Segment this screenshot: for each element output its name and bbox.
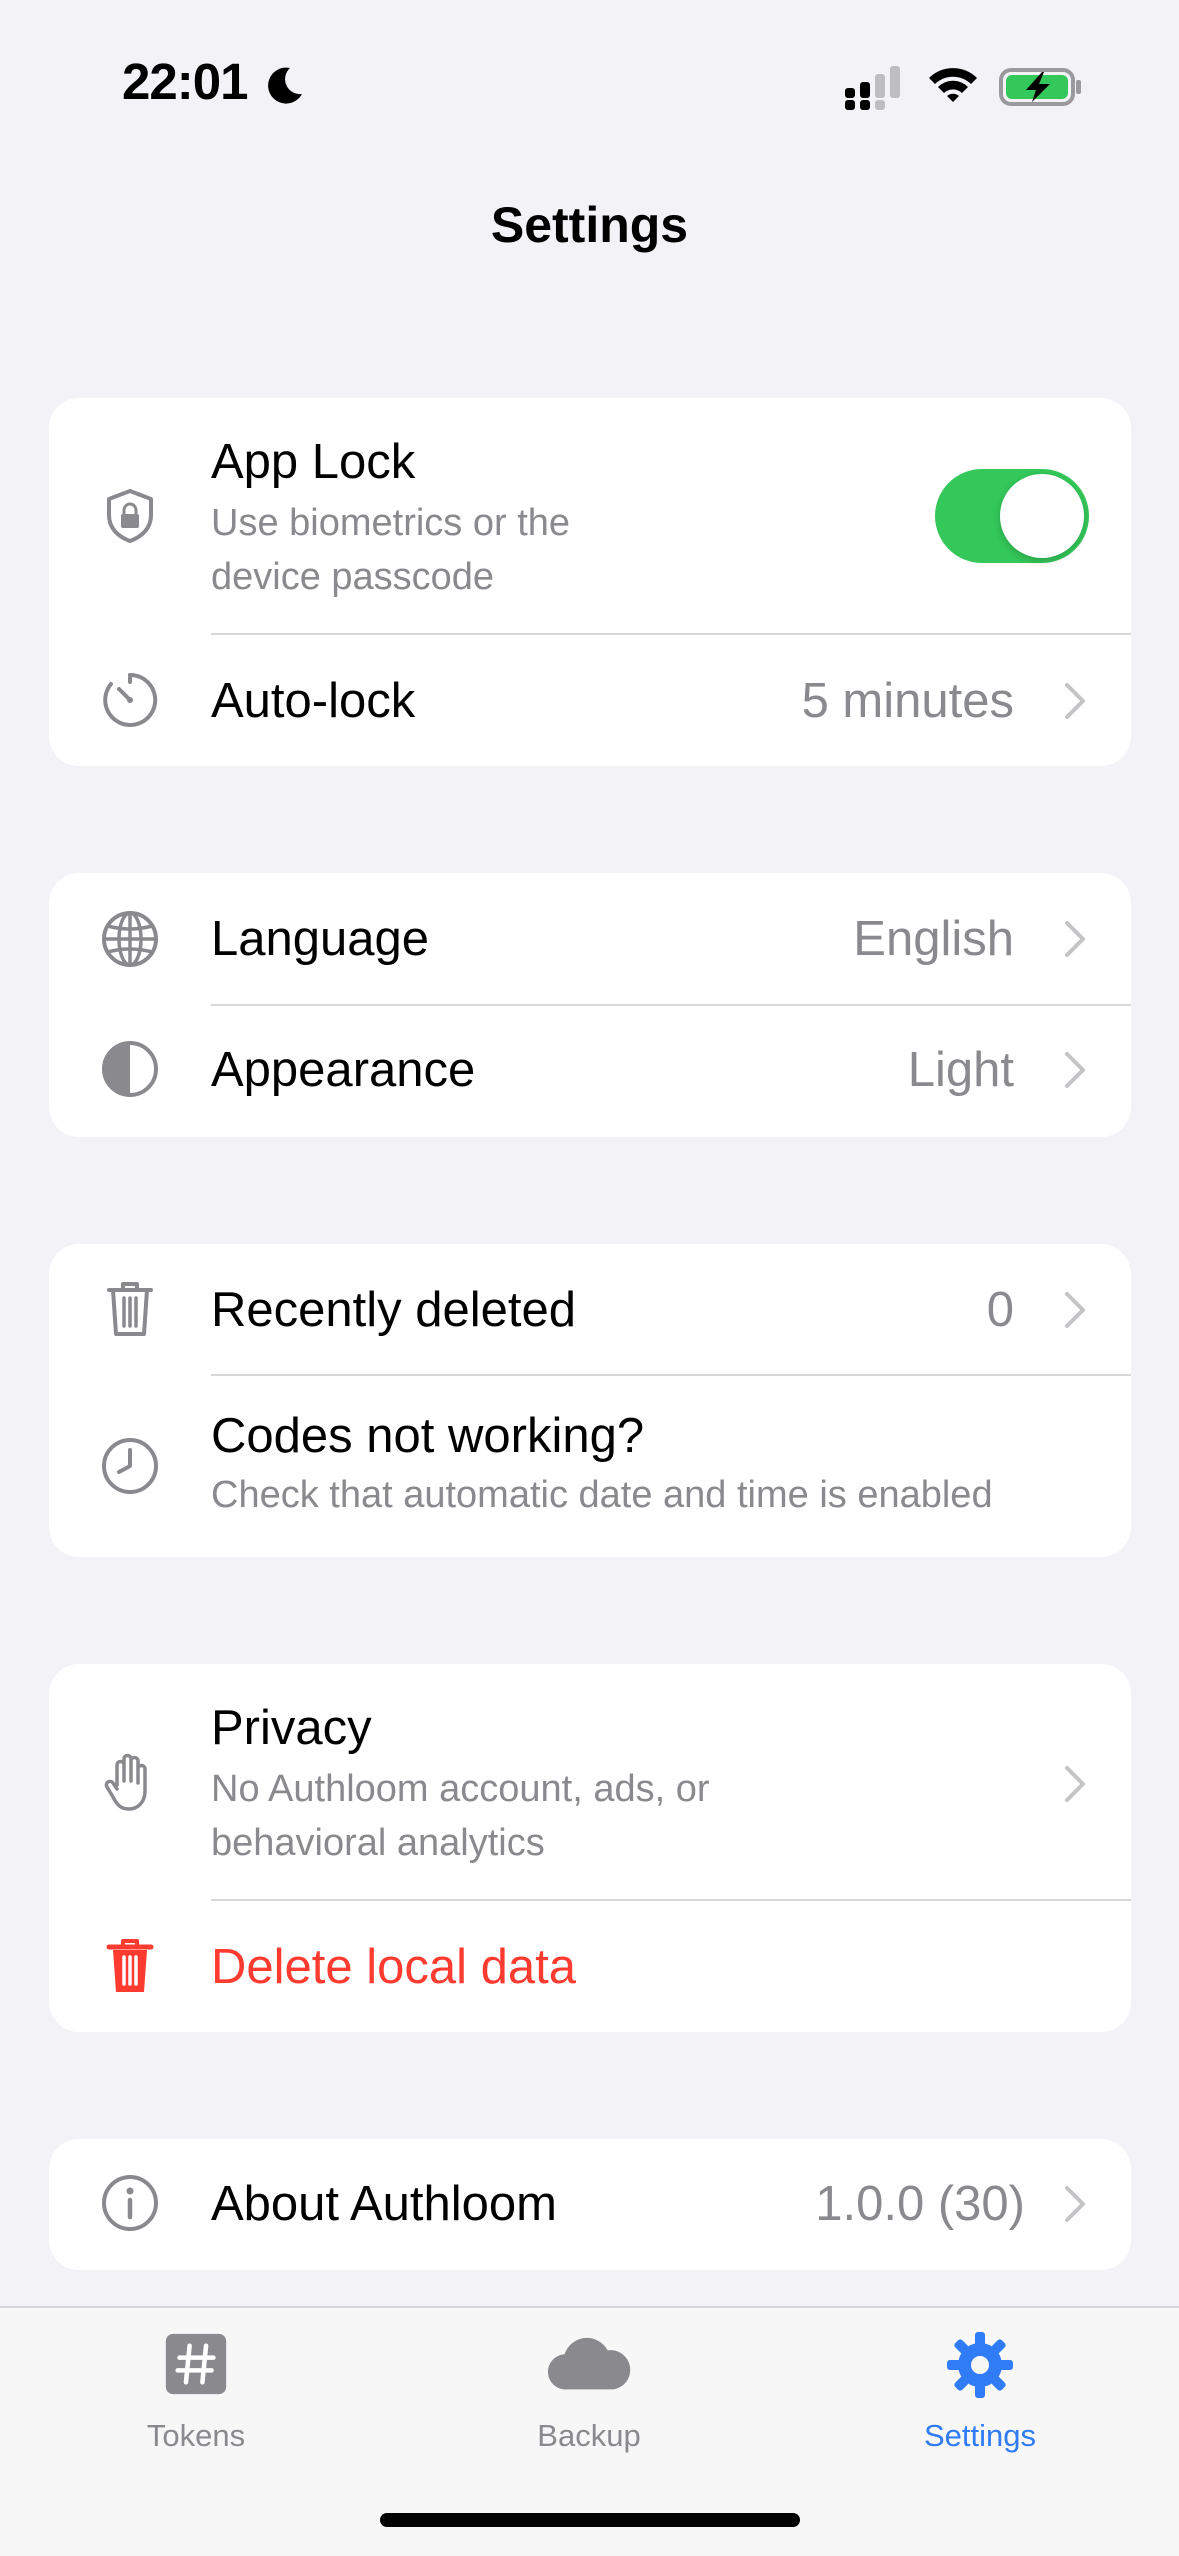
chevron-right-icon xyxy=(1065,2186,1085,2222)
about-row[interactable]: About Authloom 1.0.0 (30) xyxy=(49,2139,1131,2270)
home-indicator[interactable] xyxy=(380,2513,800,2527)
data-group: Recently deleted 0 Codes not working? Ch… xyxy=(49,1244,1131,1557)
timer-icon xyxy=(99,669,161,731)
codes-not-working-title: Codes not working? xyxy=(211,1409,645,1463)
privacy-subtitle-line1: No Authloom account, ads, or xyxy=(211,1768,710,1810)
appearance-value: Light xyxy=(907,1043,1014,1097)
about-group: About Authloom 1.0.0 (30) xyxy=(49,2139,1131,2270)
cellular-signal-icon xyxy=(845,66,900,110)
info-icon xyxy=(99,2172,161,2234)
globe-icon xyxy=(99,908,161,970)
security-group: App Lock Use biometrics or the device pa… xyxy=(49,398,1131,766)
language-title: Language xyxy=(211,912,430,966)
app-lock-row: App Lock Use biometrics or the device pa… xyxy=(49,398,1131,634)
about-version: 1.0.0 (30) xyxy=(815,2177,1025,2231)
auto-lock-row[interactable]: Auto-lock 5 minutes xyxy=(49,635,1131,766)
about-title: About Authloom xyxy=(211,2177,557,2231)
settings-screen: 22:01 Settings App Lock Use biometrics o… xyxy=(0,0,1179,2556)
recently-deleted-title: Recently deleted xyxy=(211,1283,577,1337)
chevron-right-icon xyxy=(1065,921,1085,957)
recently-deleted-row[interactable]: Recently deleted 0 xyxy=(49,1244,1131,1375)
chevron-right-icon xyxy=(1065,683,1085,719)
hand-icon xyxy=(99,1751,161,1813)
tab-settings-label: Settings xyxy=(923,2418,1036,2453)
auto-lock-value: 5 minutes xyxy=(801,674,1014,728)
toggle-knob xyxy=(1000,474,1084,558)
privacy-title: Privacy xyxy=(211,1701,372,1755)
codes-not-working-subtitle: Check that automatic date and time is en… xyxy=(211,1474,993,1516)
privacy-row[interactable]: Privacy No Authloom account, ads, or beh… xyxy=(49,1664,1131,1900)
tab-backup-label: Backup xyxy=(537,2418,641,2453)
app-lock-subtitle-line1: Use biometrics or the xyxy=(211,502,571,544)
battery-charging-icon xyxy=(999,68,1081,106)
trash-fill-icon xyxy=(99,1935,161,1997)
delete-local-data-row[interactable]: Delete local data xyxy=(49,1901,1131,2032)
chevron-right-icon xyxy=(1065,1766,1085,1802)
trash-icon xyxy=(99,1278,161,1340)
privacy-group: Privacy No Authloom account, ads, or beh… xyxy=(49,1664,1131,2032)
app-lock-title: App Lock xyxy=(211,435,416,489)
moon-icon xyxy=(268,67,302,104)
page-title: Settings xyxy=(490,197,689,253)
tab-settings[interactable]: Settings xyxy=(830,2308,1130,2468)
language-row[interactable]: Language English xyxy=(49,873,1131,1004)
appearance-row[interactable]: Appearance Light xyxy=(49,1006,1131,1137)
tab-tokens-label: Tokens xyxy=(146,2418,246,2453)
app-lock-toggle[interactable] xyxy=(935,469,1089,563)
cloud-icon xyxy=(547,2337,631,2390)
contrast-icon xyxy=(99,1038,161,1100)
app-lock-subtitle-line2: device passcode xyxy=(211,556,495,598)
appearance-title: Appearance xyxy=(211,1043,476,1097)
chevron-right-icon xyxy=(1065,1052,1085,1088)
delete-local-data-title: Delete local data xyxy=(211,1940,577,1994)
recently-deleted-count: 0 xyxy=(986,1283,1014,1337)
language-value: English xyxy=(853,912,1014,966)
display-group: Language English Appearance Light xyxy=(49,873,1131,1137)
clock-icon xyxy=(99,1435,161,1497)
hash-square-icon xyxy=(165,2333,227,2395)
privacy-subtitle-line2: behavioral analytics xyxy=(211,1822,545,1864)
codes-not-working-row[interactable]: Codes not working? Check that automatic … xyxy=(49,1376,1131,1557)
wifi-icon xyxy=(929,68,977,102)
shield-lock-icon xyxy=(99,485,161,547)
tab-tokens[interactable]: Tokens xyxy=(46,2308,346,2468)
tab-backup[interactable]: Backup xyxy=(439,2308,739,2468)
auto-lock-title: Auto-lock xyxy=(211,674,416,728)
chevron-right-icon xyxy=(1065,1292,1085,1328)
status-time: 22:01 xyxy=(122,53,248,110)
gear-icon xyxy=(947,2332,1013,2398)
